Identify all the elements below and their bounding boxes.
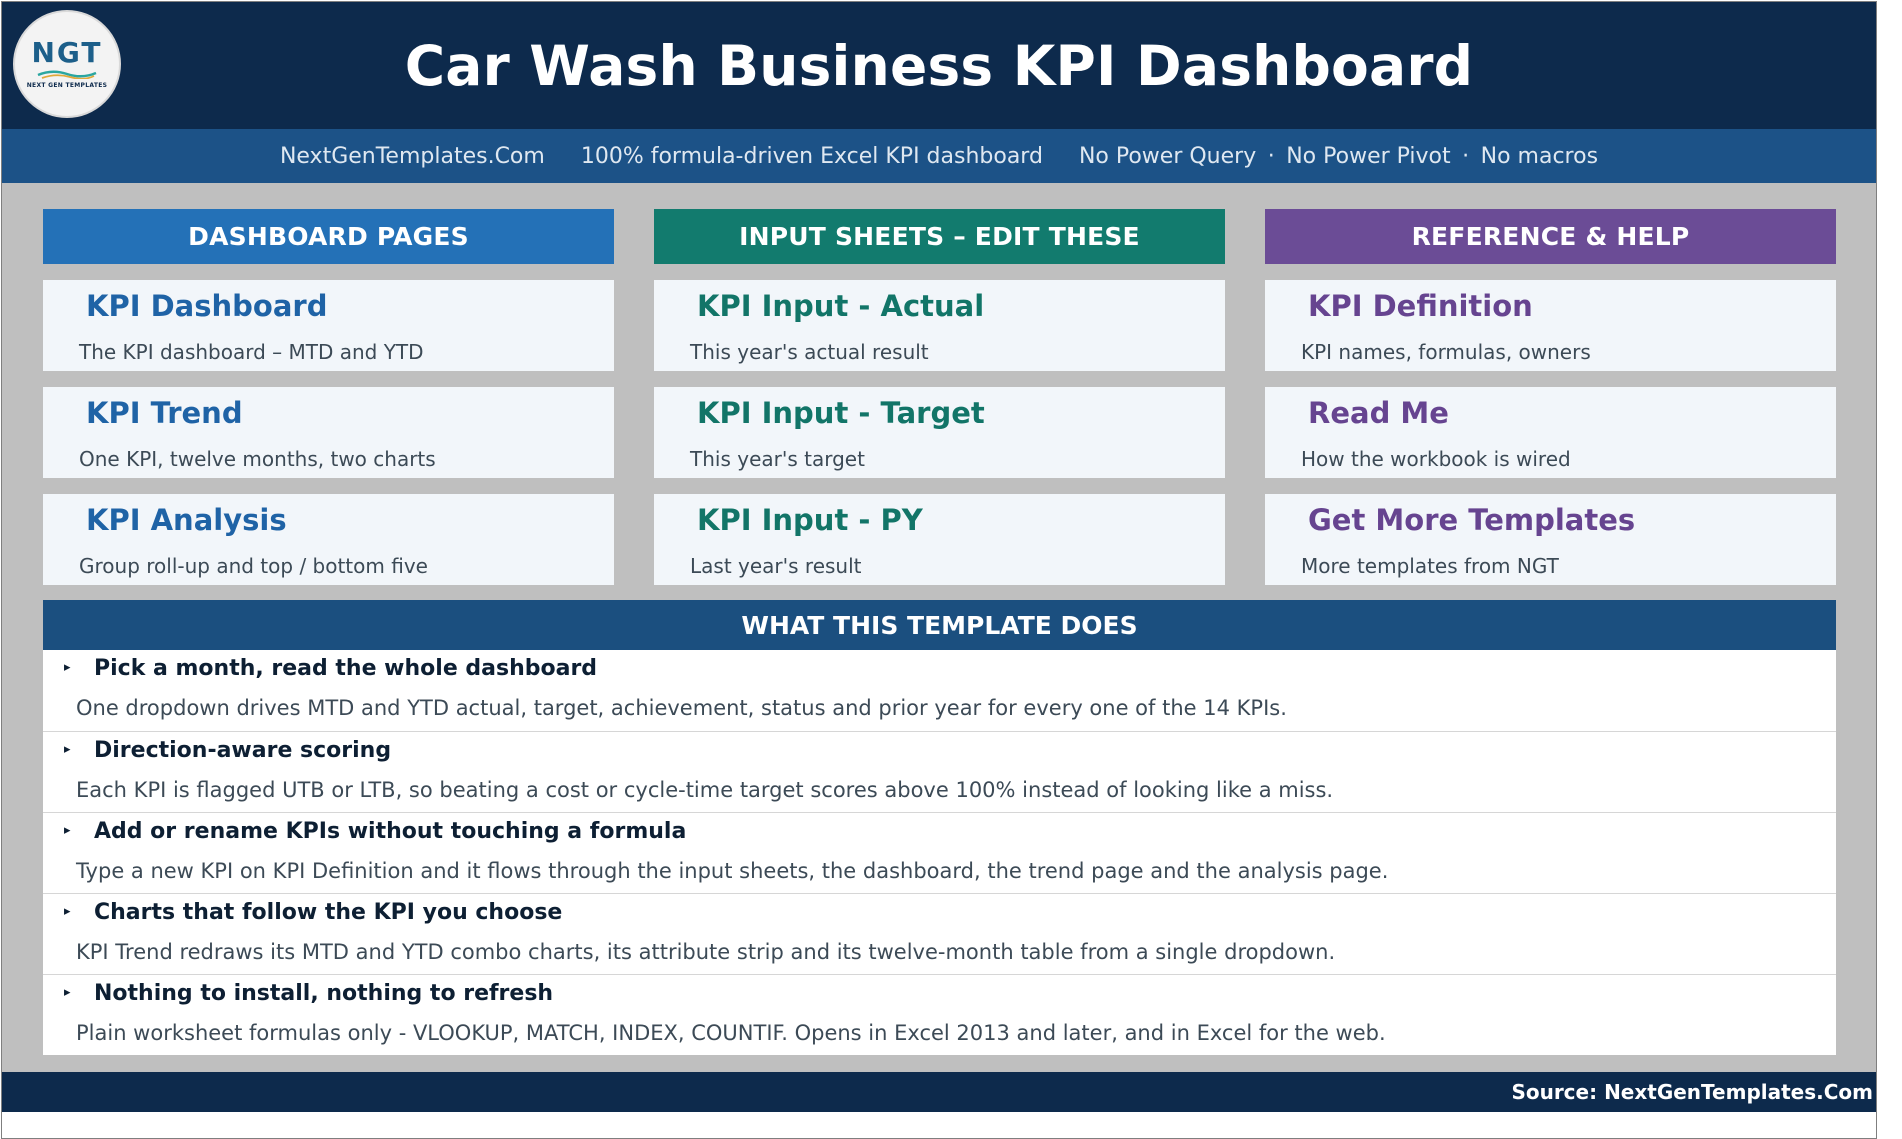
subtitle-bar: NextGenTemplates.Com 100% formula-driven… [2, 129, 1876, 183]
feature-title: Nothing to install, nothing to refresh [94, 981, 554, 1006]
card-title[interactable]: Get More Templates [1308, 503, 1635, 537]
page-title: Car Wash Business KPI Dashboard [404, 33, 1474, 98]
nav-card-read-me[interactable]: Read Me How the workbook is wired [1265, 387, 1836, 478]
tagline: 100% formula-driven Excel KPI dashboard [580, 143, 1043, 169]
footer-bar: Source: NextGenTemplates.Com [2, 1072, 1876, 1112]
feature-title: Charts that follow the KPI you choose [94, 900, 563, 925]
feature-item: ▸ Add or rename KPIs without touching a … [43, 812, 1836, 892]
card-description: More templates from NGT [1301, 554, 1559, 578]
triangle-bullet-icon: ▸ [64, 904, 71, 919]
card-description: One KPI, twelve months, two charts [79, 447, 436, 471]
feature-description: Each KPI is flagged UTB or LTB, so beati… [76, 778, 1334, 802]
card-title[interactable]: KPI Input - Actual [697, 289, 984, 323]
features-list: ▸ Pick a month, read the whole dashboard… [43, 650, 1836, 1055]
dashboard-sheet: NGT NEXT GEN TEMPLATES Car Wash Business… [2, 2, 1876, 1112]
separator-dot: · [1462, 143, 1470, 169]
note-macros: No macros [1480, 143, 1599, 169]
separator-dot: · [1267, 143, 1275, 169]
nav-card-kpi-input-target[interactable]: KPI Input - Target This year's target [654, 387, 1225, 478]
worksheet-frame: NGT NEXT GEN TEMPLATES Car Wash Business… [1, 1, 1877, 1139]
triangle-bullet-icon: ▸ [64, 660, 71, 675]
card-title[interactable]: KPI Analysis [86, 503, 287, 537]
header-banner: NGT NEXT GEN TEMPLATES Car Wash Business… [2, 2, 1876, 129]
note-power-pivot: No Power Pivot [1286, 143, 1451, 169]
features-heading: WHAT THIS TEMPLATE DOES [43, 600, 1836, 650]
nav-card-kpi-analysis[interactable]: KPI Analysis Group roll-up and top / bot… [43, 494, 614, 585]
feature-title: Pick a month, read the whole dashboard [94, 656, 598, 681]
triangle-bullet-icon: ▸ [64, 823, 71, 838]
card-description: Last year's result [690, 554, 862, 578]
triangle-bullet-icon: ▸ [64, 985, 71, 1000]
card-title[interactable]: Read Me [1308, 396, 1449, 430]
source-credit: Source: NextGenTemplates.Com [1511, 1080, 1873, 1104]
column-heading-reference-help: REFERENCE & HELP [1265, 209, 1836, 264]
feature-item: ▸ Charts that follow the KPI you choose … [43, 893, 1836, 973]
feature-item: ▸ Nothing to install, nothing to refresh… [43, 974, 1836, 1054]
card-description: Group roll-up and top / bottom five [79, 554, 428, 578]
site-link[interactable]: NextGenTemplates.Com [280, 144, 545, 169]
feature-title: Add or rename KPIs without touching a fo… [94, 819, 687, 844]
card-title[interactable]: KPI Trend [86, 396, 243, 430]
feature-description: One dropdown drives MTD and YTD actual, … [76, 696, 1287, 720]
nav-card-kpi-input-py[interactable]: KPI Input - PY Last year's result [654, 494, 1225, 585]
nav-card-kpi-input-actual[interactable]: KPI Input - Actual This year's actual re… [654, 280, 1225, 371]
nav-card-kpi-dashboard[interactable]: KPI Dashboard The KPI dashboard – MTD an… [43, 280, 614, 371]
feature-description: KPI Trend redraws its MTD and YTD combo … [76, 940, 1336, 964]
feature-description: Plain worksheet formulas only - VLOOKUP,… [76, 1021, 1386, 1045]
card-title[interactable]: KPI Input - PY [697, 503, 923, 537]
note-power-query: No Power Query [1078, 143, 1257, 169]
nav-card-kpi-definition[interactable]: KPI Definition KPI names, formulas, owne… [1265, 280, 1836, 371]
card-title[interactable]: KPI Input - Target [697, 396, 985, 430]
triangle-bullet-icon: ▸ [64, 742, 71, 757]
card-description: This year's target [690, 447, 865, 471]
feature-item: ▸ Pick a month, read the whole dashboard… [43, 650, 1836, 730]
card-title[interactable]: KPI Dashboard [86, 289, 327, 323]
nav-card-kpi-trend[interactable]: KPI Trend One KPI, twelve months, two ch… [43, 387, 614, 478]
card-description: How the workbook is wired [1301, 447, 1571, 471]
feature-item: ▸ Direction-aware scoring Each KPI is fl… [43, 731, 1836, 811]
column-heading-dashboard-pages: DASHBOARD PAGES [43, 209, 614, 264]
column-heading-input-sheets: INPUT SHEETS – EDIT THESE [654, 209, 1225, 264]
feature-title: Direction-aware scoring [94, 738, 392, 763]
card-description: KPI names, formulas, owners [1301, 340, 1591, 364]
card-description: The KPI dashboard – MTD and YTD [79, 340, 424, 364]
feature-description: Type a new KPI on KPI Definition and it … [76, 859, 1389, 883]
card-title[interactable]: KPI Definition [1308, 289, 1533, 323]
nav-card-get-more-templates[interactable]: Get More Templates More templates from N… [1265, 494, 1836, 585]
card-description: This year's actual result [690, 340, 929, 364]
